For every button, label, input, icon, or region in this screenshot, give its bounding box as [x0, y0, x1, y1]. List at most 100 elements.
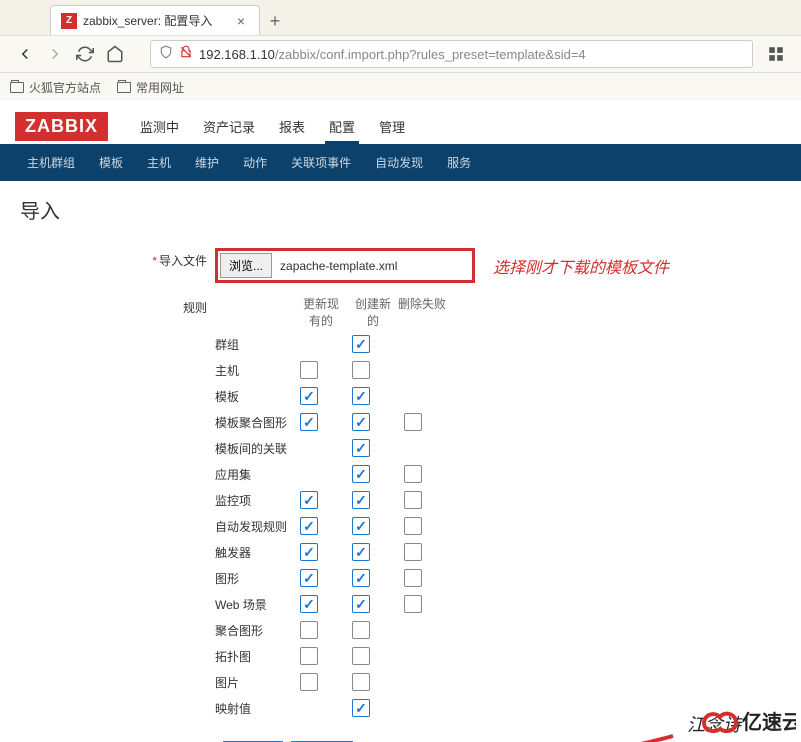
rule-name: 主机: [215, 362, 300, 379]
rule-checkbox[interactable]: [300, 517, 318, 535]
sub-nav-item[interactable]: 服务: [435, 144, 483, 181]
rule-checkbox[interactable]: [352, 595, 370, 613]
back-button[interactable]: [10, 39, 40, 69]
rule-row: Web 场景: [215, 595, 781, 613]
main-nav-item[interactable]: 监测中: [128, 109, 191, 144]
lock-icon: [179, 45, 193, 64]
annotation-text: 选择刚才下载的模板文件: [493, 254, 669, 278]
forward-button[interactable]: [40, 39, 70, 69]
rule-checkbox[interactable]: [404, 569, 422, 587]
rule-checkbox[interactable]: [352, 491, 370, 509]
rule-name: 触发器: [215, 544, 300, 561]
rule-name: 应用集: [215, 466, 300, 483]
rules-header: 更新现有的 创建新的 删除失败: [215, 295, 781, 329]
rule-checkbox[interactable]: [404, 413, 422, 431]
arrow-annotation-icon: [483, 731, 683, 742]
rule-row: 模板: [215, 387, 781, 405]
rule-checkbox[interactable]: [300, 387, 318, 405]
selected-file-name: zapache-template.xml: [280, 259, 397, 273]
browse-button[interactable]: 浏览...: [220, 253, 272, 278]
rules-label: 规则: [20, 295, 215, 316]
sub-nav-item[interactable]: 动作: [231, 144, 279, 181]
rule-row: 自动发现规则: [215, 517, 781, 535]
rule-checkbox[interactable]: [352, 361, 370, 379]
import-file-label: *导入文件: [20, 248, 215, 269]
reload-button[interactable]: [70, 39, 100, 69]
rule-row: 图片: [215, 673, 781, 691]
rule-checkbox[interactable]: [352, 465, 370, 483]
extensions-area: [761, 39, 791, 69]
rule-checkbox[interactable]: [352, 569, 370, 587]
import-form: *导入文件 浏览... zapache-template.xml 选择刚才下载的…: [0, 238, 801, 742]
bookmark-label: 常用网址: [136, 79, 184, 96]
bookmark-label: 火狐官方站点: [29, 79, 101, 96]
rule-checkbox[interactable]: [300, 413, 318, 431]
bookmark-folder-1[interactable]: 火狐官方站点: [10, 79, 101, 96]
main-nav-item[interactable]: 管理: [367, 109, 417, 144]
rule-row: 模板聚合图形: [215, 413, 781, 431]
rule-checkbox[interactable]: [352, 387, 370, 405]
rule-row: 模板间的关联: [215, 439, 781, 457]
folder-icon: [10, 82, 24, 93]
rule-checkbox[interactable]: [404, 465, 422, 483]
rule-name: 图形: [215, 570, 300, 587]
tab-close-icon[interactable]: ×: [233, 13, 249, 29]
rule-row: 应用集: [215, 465, 781, 483]
rule-checkbox[interactable]: [300, 673, 318, 691]
rule-checkbox[interactable]: [352, 673, 370, 691]
browser-tabs-bar: Z zabbix_server: 配置导入 × +: [0, 0, 801, 35]
rule-row: 主机: [215, 361, 781, 379]
rule-checkbox[interactable]: [300, 621, 318, 639]
rule-checkbox[interactable]: [404, 491, 422, 509]
rule-checkbox[interactable]: [352, 413, 370, 431]
url-bar[interactable]: 192.168.1.10/zabbix/conf.import.php?rule…: [150, 40, 753, 68]
rule-checkbox[interactable]: [300, 569, 318, 587]
rule-checkbox[interactable]: [300, 543, 318, 561]
sub-nav-item[interactable]: 主机群组: [15, 144, 87, 181]
extension-icon[interactable]: [761, 39, 791, 69]
rule-checkbox[interactable]: [300, 361, 318, 379]
bookmark-folder-2[interactable]: 常用网址: [117, 79, 184, 96]
browser-tab[interactable]: Z zabbix_server: 配置导入 ×: [50, 5, 260, 35]
folder-icon: [117, 82, 131, 93]
home-button[interactable]: [100, 39, 130, 69]
main-nav-item[interactable]: 报表: [267, 109, 317, 144]
rule-checkbox[interactable]: [352, 543, 370, 561]
sub-nav-item[interactable]: 自动发现: [363, 144, 435, 181]
main-nav-item[interactable]: 资产记录: [191, 109, 267, 144]
sub-nav-item[interactable]: 主机: [135, 144, 183, 181]
tab-favicon: Z: [61, 13, 77, 29]
rule-checkbox[interactable]: [404, 517, 422, 535]
rule-name: 聚合图形: [215, 622, 300, 639]
rule-checkbox[interactable]: [352, 439, 370, 457]
rule-checkbox[interactable]: [300, 595, 318, 613]
rule-row: 拓扑图: [215, 647, 781, 665]
rule-checkbox[interactable]: [404, 543, 422, 561]
rule-checkbox[interactable]: [352, 335, 370, 353]
rule-checkbox[interactable]: [352, 699, 370, 717]
main-nav-item[interactable]: 配置: [317, 109, 367, 144]
rule-row: 聚合图形: [215, 621, 781, 639]
zabbix-logo[interactable]: ZABBIX: [15, 112, 108, 141]
page-title-wrap: 导入: [0, 181, 801, 238]
sub-nav-item[interactable]: 维护: [183, 144, 231, 181]
rule-checkbox[interactable]: [300, 647, 318, 665]
page-title: 导入: [20, 195, 781, 224]
bookmarks-bar: 火狐官方站点 常用网址: [0, 73, 801, 101]
rule-name: 图片: [215, 674, 300, 691]
rule-checkbox[interactable]: [404, 595, 422, 613]
main-nav: 监测中资产记录报表配置管理: [128, 109, 417, 144]
rule-row: 图形: [215, 569, 781, 587]
rule-row: 监控项: [215, 491, 781, 509]
rule-checkbox[interactable]: [352, 647, 370, 665]
rule-checkbox[interactable]: [300, 491, 318, 509]
sub-nav-item[interactable]: 关联项事件: [279, 144, 363, 181]
rule-name: Web 场景: [215, 596, 300, 613]
rule-name: 群组: [215, 336, 300, 353]
rule-name: 监控项: [215, 492, 300, 509]
rule-checkbox[interactable]: [352, 621, 370, 639]
rule-name: 模板聚合图形: [215, 414, 300, 431]
rule-checkbox[interactable]: [352, 517, 370, 535]
new-tab-button[interactable]: +: [260, 7, 290, 35]
sub-nav-item[interactable]: 模板: [87, 144, 135, 181]
